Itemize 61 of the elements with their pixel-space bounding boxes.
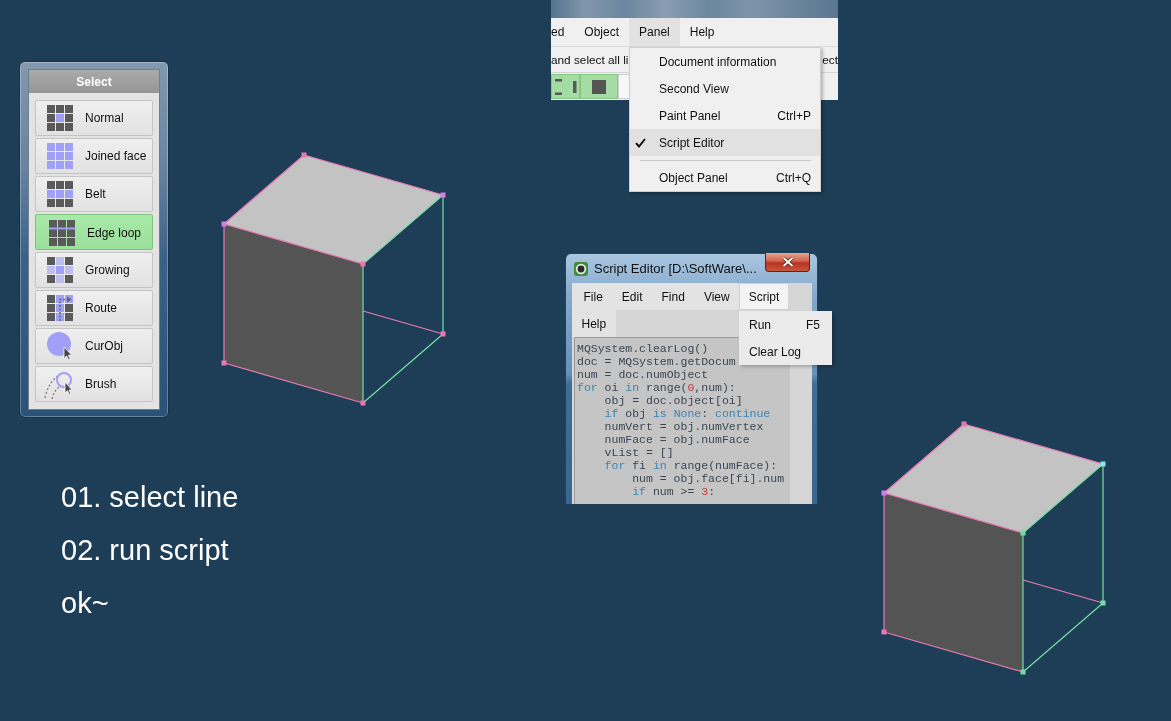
code-line: doc = MQSystem.getDocum <box>577 355 736 368</box>
grid-icon <box>47 105 73 131</box>
code-line: vList = [] <box>603 446 674 459</box>
menu-item[interactable]: Find <box>652 283 695 310</box>
select-mode-button[interactable]: Edge loop <box>35 214 153 250</box>
window-title: Script Editor [D:\SoftWare\... <box>594 261 757 276</box>
menu-item[interactable]: Paint Panel Ctrl+P <box>630 102 820 129</box>
code-line: if obj is None: continue <box>603 407 771 420</box>
tool-button[interactable] <box>551 74 580 99</box>
square-icon <box>592 79 606 94</box>
menu-item[interactable]: ed <box>551 18 575 46</box>
code-line: num = obj.face[fi].num <box>631 472 785 485</box>
grid-icon <box>49 219 75 246</box>
grid-icon <box>47 143 73 169</box>
menu-item[interactable]: Second View <box>630 75 820 102</box>
menu-item[interactable]: File <box>572 283 613 310</box>
brush-cursor-icon <box>44 369 74 399</box>
step-text: 01. select line <box>61 480 239 515</box>
step-text: 02. run script <box>61 533 230 568</box>
code-line: for fi in range(numFace): <box>603 459 778 472</box>
code-line: num = doc.numObject <box>577 368 709 381</box>
menu-item[interactable]: Document information <box>630 48 820 75</box>
code-line: for oi in range(0,num): <box>577 381 736 394</box>
menu-item[interactable]: Object <box>574 18 630 46</box>
menu-item[interactable]: View <box>694 283 740 310</box>
code-line: MQSystem.clearLog() <box>577 342 709 355</box>
toolbar-text: and select all li <box>551 52 629 67</box>
step-text: ok~ <box>61 586 110 621</box>
select-mode-button[interactable]: Belt <box>35 176 153 212</box>
select-mode-button[interactable]: Joined face <box>35 138 153 174</box>
ring-icon <box>574 261 588 276</box>
menu-item[interactable]: Script Editor <box>630 129 820 156</box>
toolbar-text: ect <box>822 52 838 67</box>
menu-item[interactable]: Panel <box>629 18 680 46</box>
menu-item[interactable]: Object Panel Ctrl+Q <box>630 164 820 191</box>
code-line: numVert = obj.numVertex <box>603 420 764 433</box>
menu-item[interactable]: Edit <box>612 283 653 310</box>
menu-item[interactable]: Help <box>679 18 725 46</box>
close-icon <box>781 257 794 267</box>
route-arrow-icon <box>47 295 73 321</box>
shortcut-text: Ctrl+Q <box>776 170 811 185</box>
menu-item[interactable]: Run F5 <box>739 311 832 338</box>
tool-button[interactable] <box>580 74 618 99</box>
select-mode-button[interactable]: Route <box>35 290 153 326</box>
grid-icon <box>47 181 73 207</box>
menu-item[interactable]: Script <box>739 283 789 310</box>
menu-item[interactable]: Help <box>572 310 616 337</box>
code-line: if num >= 3: <box>631 485 716 498</box>
close-button[interactable] <box>765 253 810 272</box>
menu-item[interactable]: Clear Log <box>739 338 832 365</box>
shortcut-text: Ctrl+P <box>777 108 811 123</box>
select-mode-button[interactable]: CurObj <box>35 328 153 364</box>
grid-icon <box>47 257 73 283</box>
select-mode-button[interactable]: Brush <box>35 366 153 402</box>
select-mode-button[interactable]: Growing <box>35 252 153 288</box>
shortcut-text: F5 <box>806 317 820 332</box>
code-line: numFace = obj.numFace <box>603 433 750 446</box>
bracket-icon <box>554 78 577 95</box>
code-line: obj = doc.object[oi] <box>603 394 743 407</box>
select-mode-button[interactable]: Normal <box>35 100 153 136</box>
panel-title: Select <box>29 70 159 93</box>
